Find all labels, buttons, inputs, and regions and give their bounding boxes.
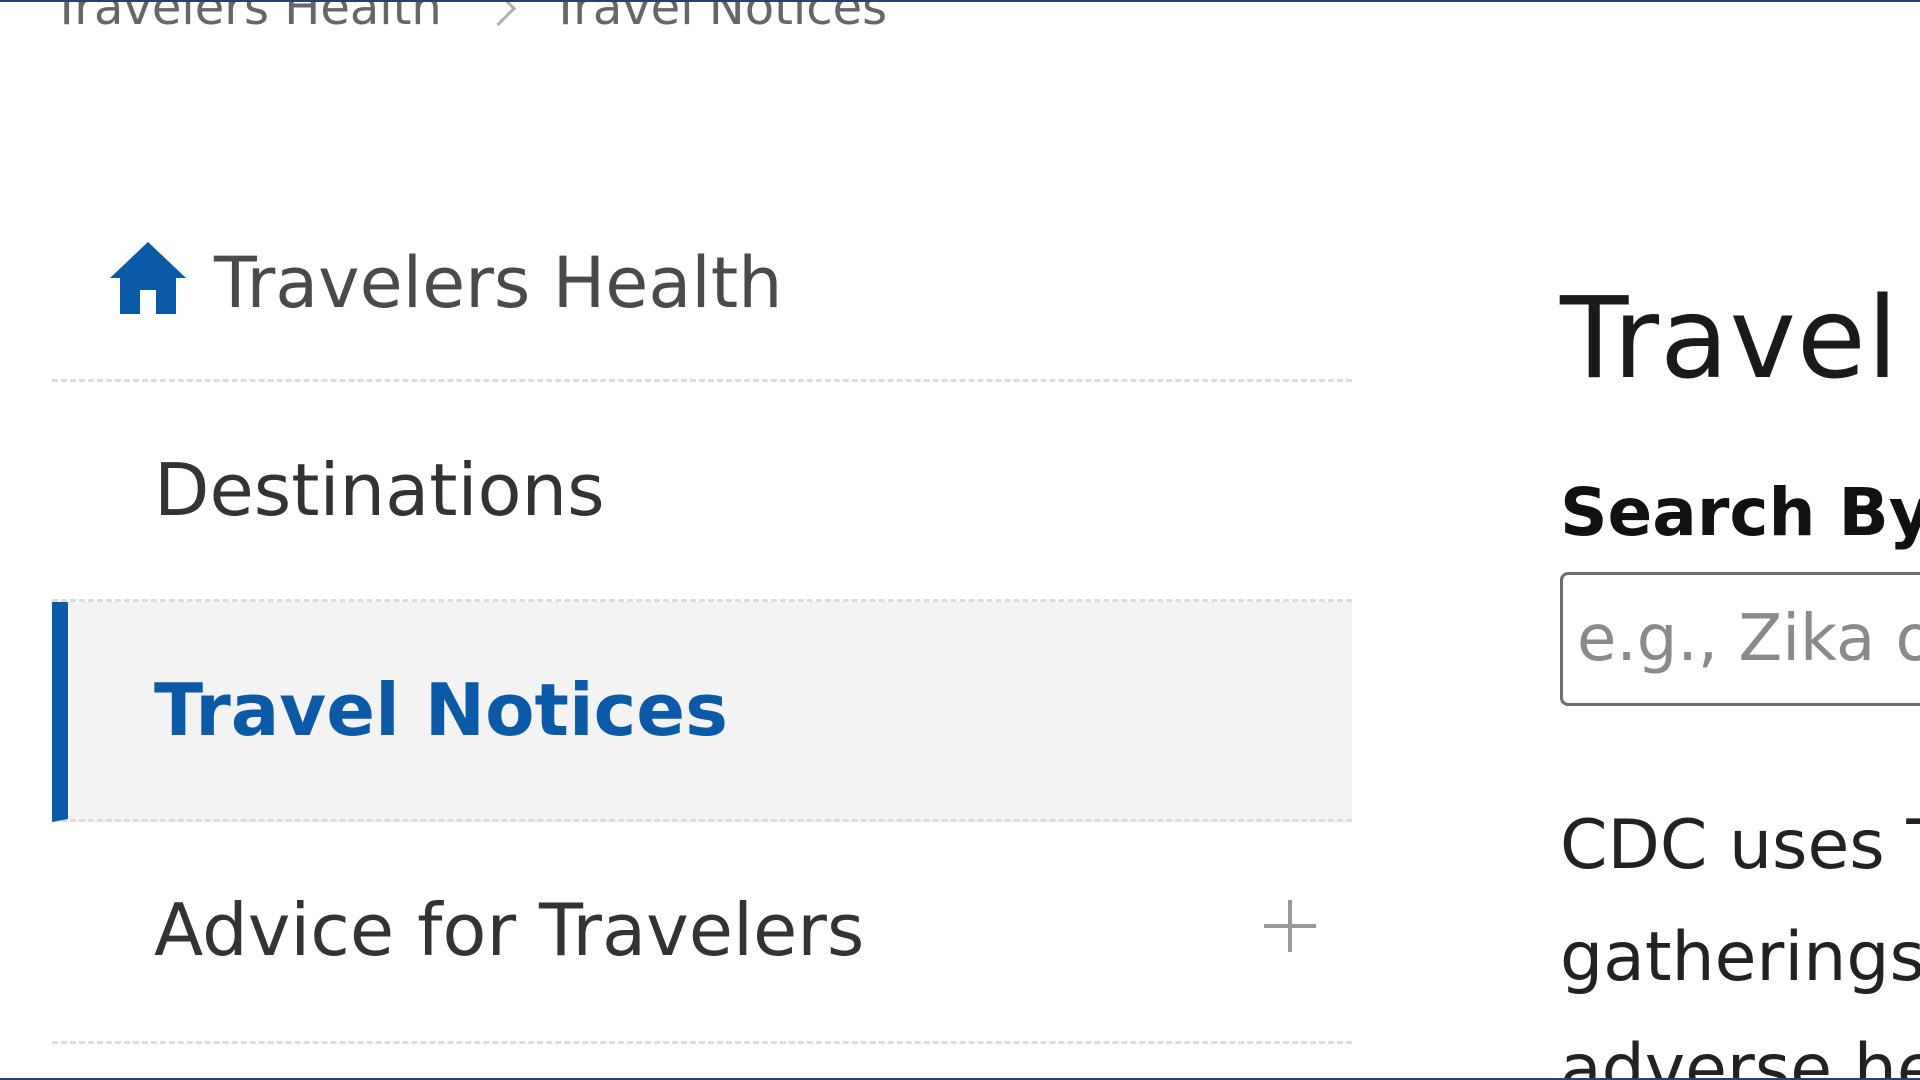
sidenav-home-link[interactable]: Travelers Health [52, 220, 1352, 382]
sidenav-item-travel-notices[interactable]: Travel Notices [52, 602, 1352, 822]
sidenav-home-label: Travelers Health [214, 242, 783, 324]
search-label: Search By [1560, 474, 1920, 551]
main-content: Travel Search By CDC uses T gatherings a… [1560, 2, 1920, 1080]
home-icon [110, 242, 186, 314]
sidenav-item-label: Advice for Travelers [154, 888, 865, 972]
sidenav-item-destinations[interactable]: Destinations [52, 382, 1352, 602]
browser-viewport: Travelers Health Travel Notices Traveler… [0, 0, 1920, 1080]
intro-paragraph: CDC uses T gatherings adverse he [1560, 790, 1920, 1080]
breadcrumb-travelers-health[interactable]: Travelers Health [52, 2, 442, 36]
sidenav-item-advice-for-travelers[interactable]: Advice for Travelers [52, 822, 1352, 1044]
intro-line: adverse he [1560, 1030, 1920, 1080]
intro-line: gatherings [1560, 918, 1920, 997]
intro-line: CDC uses T [1560, 806, 1920, 885]
plus-icon[interactable] [1264, 900, 1316, 952]
sidenav-item-label: Travel Notices [154, 668, 728, 752]
search-input[interactable] [1560, 572, 1920, 706]
breadcrumb: Travelers Health Travel Notices [52, 0, 888, 36]
chevron-right-icon [480, 2, 517, 26]
sidenav-item-label: Destinations [154, 448, 605, 532]
page-title: Travel [1560, 274, 1899, 404]
breadcrumb-travel-notices: Travel Notices [550, 0, 888, 36]
